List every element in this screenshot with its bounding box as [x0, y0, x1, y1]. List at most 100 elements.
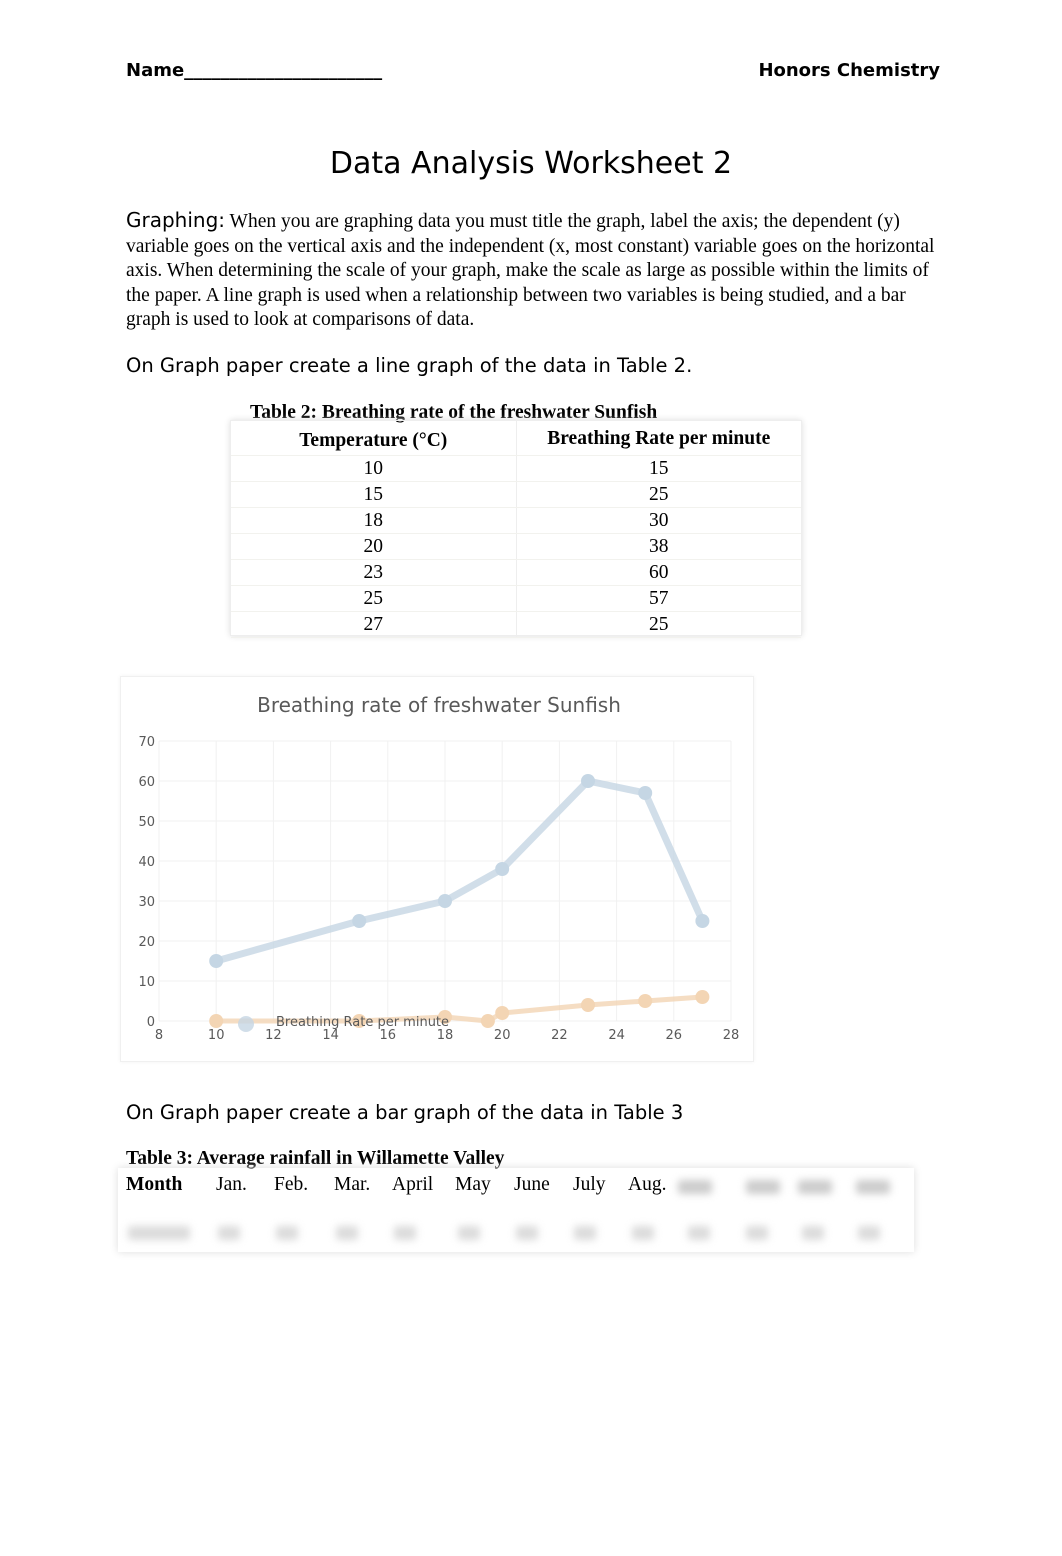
y-tick-label: 20: [138, 935, 155, 950]
table3-blurred-value: [218, 1226, 240, 1240]
y-tick-label: 30: [138, 895, 155, 910]
instruction-bar-graph: On Graph paper create a bar graph of the…: [126, 1101, 684, 1124]
temperature-cell: 18: [231, 508, 517, 533]
chart-title: Breathing rate of freshwater Sunfish: [257, 693, 621, 717]
line-chart: Breathing rate of freshwater Sunfish 0 10 2…: [120, 676, 754, 1062]
x-tick-label: 8: [155, 1028, 163, 1043]
table3-month-cell: July: [573, 1174, 606, 1195]
intro-text: When you are graphing data you must titl…: [126, 211, 935, 330]
table3-month-cell: May: [455, 1174, 491, 1195]
table3: Month Jan. Feb. Mar. April May June July Aug.: [118, 1168, 914, 1252]
table3-month-cell: Jan.: [216, 1174, 247, 1195]
instruction-line-graph: On Graph paper create a line graph of th…: [126, 354, 693, 377]
breathing-rate-cell: 57: [649, 588, 669, 609]
intro-paragraph: Graphing: When you are graphing data you…: [126, 208, 936, 333]
y-tick-label: 10: [138, 975, 155, 990]
data-point: [352, 914, 367, 928]
temperature-cell: 25: [231, 586, 517, 611]
table3-blurred-month: [798, 1180, 832, 1194]
data-point: [209, 954, 224, 968]
data-point: [695, 990, 710, 1004]
breathing-rate-cell: 38: [649, 536, 669, 557]
table2: Temperature (°C) Breathing Rate per minu…: [230, 420, 802, 638]
table3-blurred-value: [394, 1226, 416, 1240]
data-point: [438, 894, 452, 908]
breathing-rate-cell: 60: [649, 562, 669, 583]
table3-blurred-month: [678, 1180, 712, 1194]
x-tick-label: 14: [322, 1028, 339, 1043]
breathing-rate-cell: 15: [649, 458, 669, 479]
table3-blurred-value: [746, 1226, 768, 1240]
table3-month-cell: Mar.: [334, 1174, 371, 1195]
series-line: [215, 777, 706, 965]
x-tick-label: 26: [666, 1028, 683, 1043]
temperature-cell: 23: [231, 560, 517, 585]
x-tick-label: 18: [437, 1028, 454, 1043]
table3-blurred-value: [632, 1226, 654, 1240]
data-point: [581, 774, 595, 788]
table2-header-row: Temperature (°C) Breathing Rate per minu…: [231, 421, 801, 456]
table3-blurred-value: [276, 1226, 298, 1240]
line-chart-svg: Breathing rate of freshwater Sunfish 0 10 2…: [138, 693, 740, 1043]
table2-row: 10 15: [231, 456, 801, 482]
table3-blurred-value: [516, 1226, 538, 1240]
temperature-cell: 20: [231, 534, 517, 559]
legend-marker: [238, 1016, 254, 1032]
table2-row: 25 57: [231, 586, 801, 612]
table2-row: 18 30: [231, 508, 801, 534]
data-point: [480, 1014, 495, 1028]
table3-blurred-value: [688, 1226, 710, 1240]
x-tick-label: 20: [494, 1028, 511, 1043]
x-tick-label: 22: [551, 1028, 568, 1043]
legend-label: Breathing Rate per minute: [276, 1015, 449, 1030]
table2-header-rate: Breathing Rate per minute: [547, 428, 771, 449]
temperature-cell: 15: [231, 482, 517, 507]
table3-row-header: Month: [126, 1174, 183, 1195]
table3-month-cell: June: [514, 1174, 550, 1195]
breathing-rate-cell: 25: [649, 484, 669, 505]
temperature-cell: 10: [231, 456, 517, 481]
table3-blurred-month: [856, 1180, 890, 1194]
page-title: Data Analysis Worksheet 2: [329, 146, 733, 181]
data-point: [209, 1014, 224, 1028]
table3-blurred-value: [458, 1226, 480, 1240]
table3-blurred-value: [858, 1226, 880, 1240]
x-tick-label: 24: [608, 1028, 625, 1043]
table2-row: 20 38: [231, 534, 801, 560]
data-point: [495, 862, 510, 876]
name-field-label: Name______________________: [126, 60, 383, 81]
table3-blurred-value: [128, 1226, 190, 1240]
x-tick-label: 10: [208, 1028, 225, 1043]
table3-blurred-value: [802, 1226, 824, 1240]
y-tick-label: 50: [138, 815, 155, 830]
table2-row: 15 25: [231, 482, 801, 508]
course-title: Honors Chemistry: [758, 60, 940, 81]
data-point: [695, 914, 710, 928]
data-point: [638, 994, 653, 1008]
breathing-rate-cell: 30: [649, 510, 669, 531]
worksheet-page: Name______________________ Honors Chemis…: [0, 0, 1062, 1556]
table3-month-cell: April: [392, 1174, 434, 1195]
breathing-rate-cell: 25: [649, 614, 669, 635]
data-point: [581, 998, 595, 1012]
temperature-cell: 27: [231, 612, 517, 637]
y-tick-label: 70: [138, 735, 155, 750]
table2-header-temp: Temperature (°C): [231, 421, 517, 455]
table3-blurred-value: [574, 1226, 596, 1240]
data-point: [638, 786, 653, 800]
y-tick-label: 0: [147, 1015, 155, 1030]
table3-caption: Table 3: Average rainfall in Willamette …: [126, 1148, 505, 1169]
table3-blurred-month: [746, 1180, 780, 1194]
table2-row: 23 60: [231, 560, 801, 586]
table3-blurred-value: [336, 1226, 358, 1240]
table3-month-cell: Aug.: [628, 1174, 667, 1195]
data-point: [495, 1006, 510, 1020]
y-tick-label: 60: [138, 775, 155, 790]
x-tick-label: 12: [265, 1028, 282, 1043]
intro-lead: Graphing:: [126, 208, 226, 232]
y-tick-label: 40: [138, 855, 155, 870]
table2-row: 27 25: [231, 612, 801, 638]
x-tick-label: 16: [380, 1028, 397, 1043]
x-tick-label: 28: [723, 1028, 740, 1043]
table3-month-cell: Feb.: [274, 1174, 309, 1195]
